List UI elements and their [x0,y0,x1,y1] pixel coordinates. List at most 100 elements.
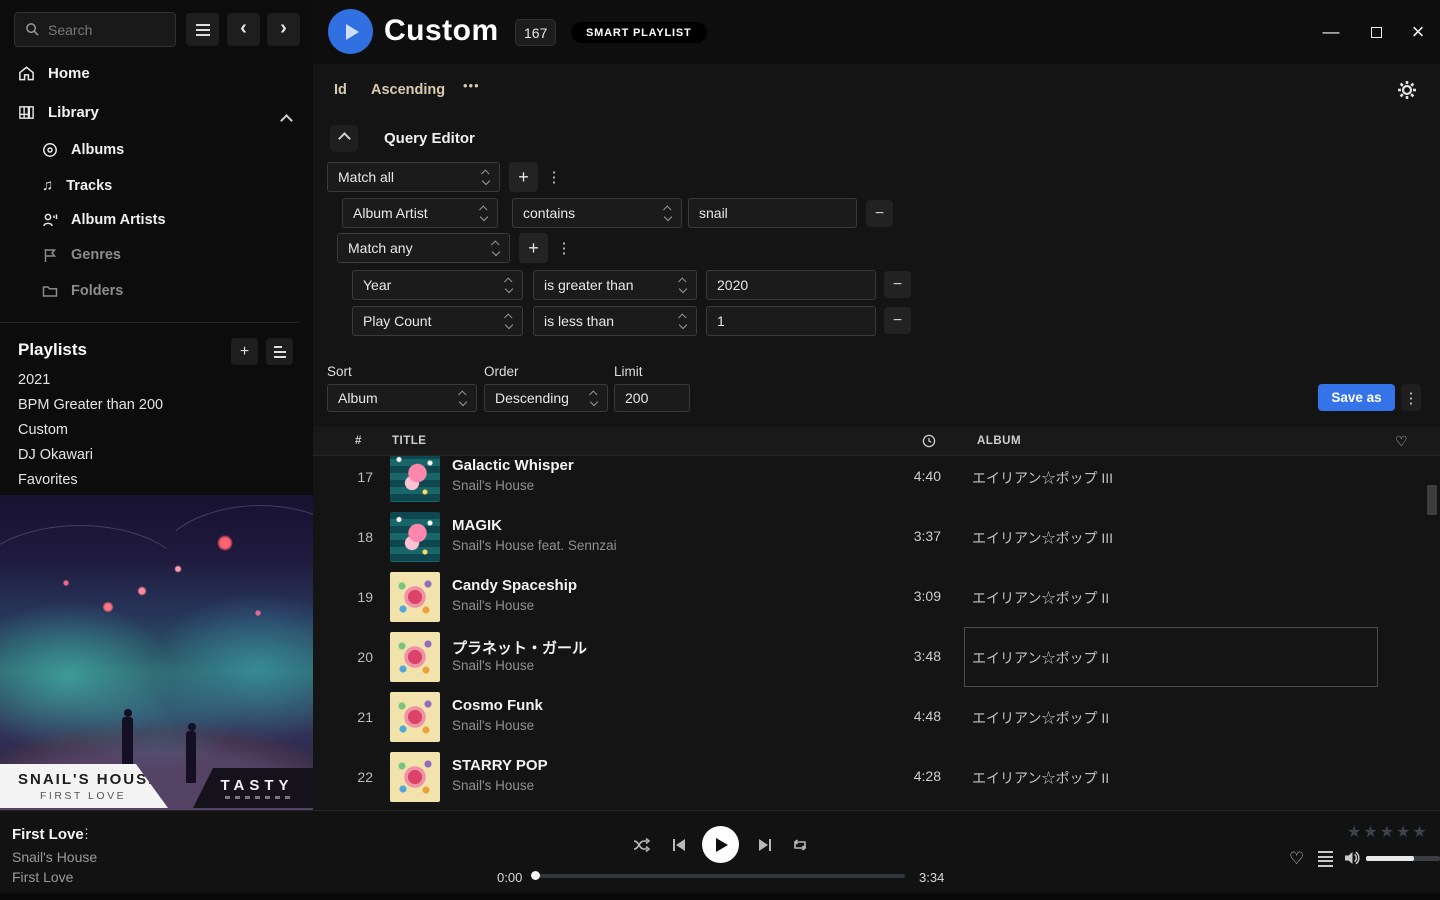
menu-button[interactable] [186,13,219,46]
sidebar-item-label: Tracks [66,178,112,194]
save-options-button[interactable]: ⋮ [1401,384,1421,411]
favorite-heart-icon[interactable]: ♡ [1289,849,1304,869]
sidebar-item-genres[interactable]: Genres [42,247,121,263]
add-playlist-button[interactable]: + [231,338,258,365]
seek-bar[interactable] [535,874,905,878]
track-row[interactable]: 20 プラネット・ガール Snail's House 3:48 エイリアン☆ポッ… [313,627,1440,687]
divider [0,322,300,323]
album-art-thumbnail [390,692,440,742]
group1-options-button[interactable]: ⋮ [545,163,563,191]
sidebar-item-tracks[interactable]: ♫ Tracks [42,177,112,194]
playlist-item-dj-okawari[interactable]: DJ Okawari [18,447,93,463]
search-input[interactable] [48,22,158,38]
vertical-scrollbar-thumb[interactable] [1427,485,1437,515]
forward-button[interactable]: › [267,13,300,46]
track-duration: 4:40 [861,468,941,484]
album-art-label-logo: TASTY [193,768,313,808]
playlist-options-button[interactable] [266,338,293,365]
previous-button[interactable] [670,836,688,854]
playlist-item-2021[interactable]: 2021 [18,372,50,388]
seek-handle[interactable] [531,871,540,880]
favorite-column-heart-icon[interactable]: ♡ [1395,433,1408,450]
kebab-icon: ⋮ [557,239,572,257]
smart-playlist-badge: SMART PLAYLIST [571,22,707,43]
repeat-button[interactable] [791,836,809,854]
group2-options-button[interactable]: ⋮ [555,234,573,262]
track-row[interactable]: 19 Candy Spaceship Snail's House 3:09 エイ… [313,567,1440,627]
window-close-button[interactable]: × [1407,21,1429,43]
album-art-banner: SNAIL'S HOUSE FIRST LOVE [0,764,170,808]
input-value: 2020 [717,277,748,293]
rule3-field-select[interactable]: Play Count [352,306,523,336]
volume-icon[interactable] [1343,849,1361,867]
playlist-item-favorites[interactable]: Favorites [18,472,78,488]
query-editor-collapse-button[interactable] [330,125,358,152]
rule2-operator-select[interactable]: is greater than [533,270,697,300]
play-button[interactable] [702,826,739,863]
rule1-operator-select[interactable]: contains [512,198,682,228]
window-maximize-button[interactable] [1365,21,1387,43]
chevron-right-icon: › [280,18,287,41]
track-row[interactable]: 17 Galactic Whisper Snail's House 4:40 エ… [313,456,1440,507]
remove-rule2-button[interactable]: − [884,271,911,298]
column-index[interactable]: # [355,435,362,447]
rule3-operator-select[interactable]: is less than [533,306,697,336]
select-spinner-icon [680,278,686,292]
column-title[interactable]: TITLE [392,435,426,447]
rule1-value-input[interactable]: snail [688,198,857,228]
remove-rule1-button[interactable]: − [866,200,893,227]
queue-icon[interactable] [1318,851,1333,867]
track-row[interactable]: 22 STARRY POP Snail's House 4:28 エイリアン☆ポ… [313,747,1440,807]
select-spinner-icon [493,241,499,255]
next-button[interactable] [756,836,774,854]
sidebar-item-album-artists[interactable]: Album Artists [42,212,166,228]
play-playlist-button[interactable] [328,9,373,54]
track-row[interactable]: 21 Cosmo Funk Snail's House 4:48 エイリアン☆ポ… [313,687,1440,747]
track-number: 19 [343,589,373,605]
track-row[interactable]: 18 MAGIK Snail's House feat. Sennzai 3:3… [313,507,1440,567]
sidebar-item-home[interactable]: Home [18,65,90,82]
now-playing-album-art: SNAIL'S HOUSE FIRST LOVE TASTY [0,495,313,810]
now-playing-options-button[interactable]: ⋮ [80,826,93,842]
match-select-group1[interactable]: Match all [327,162,500,192]
add-rule-button-group2[interactable]: + [519,233,548,263]
playlist-item-custom[interactable]: Custom [18,422,68,438]
save-as-button[interactable]: Save as [1318,384,1395,411]
select-spinner-icon [680,314,686,328]
sidebar-item-folders[interactable]: Folders [42,283,123,299]
duration-column-clock-icon[interactable] [922,434,936,448]
sort-direction-button[interactable]: Ascending [371,82,445,98]
rule2-field-select[interactable]: Year [352,270,523,300]
column-album[interactable]: ALBUM [977,435,1021,447]
sort-field-button[interactable]: Id [334,82,347,98]
window-minimize-button[interactable]: — [1320,21,1342,43]
album-art-title: FIRST LOVE [18,790,170,802]
chevron-up-icon [338,132,351,145]
sidebar-item-albums[interactable]: Albums [42,142,124,158]
playlist-header: Custom 167 SMART PLAYLIST — × [313,0,1440,64]
gear-icon[interactable] [1397,80,1417,100]
library-collapse-chevron-icon[interactable] [282,112,291,130]
remove-rule3-button[interactable]: − [884,307,911,334]
add-rule-button-group1[interactable]: + [509,162,538,192]
rule2-value-input[interactable]: 2020 [706,270,876,300]
limit-input[interactable]: 200 [614,384,690,412]
sidebar-item-library[interactable]: Library [18,104,99,121]
sidebar-item-label: Albums [71,142,124,158]
close-icon: × [1412,19,1425,45]
track-number: 21 [343,709,373,725]
playlist-item-bpm[interactable]: BPM Greater than 200 [18,397,163,413]
input-value: 200 [625,390,648,406]
rating-stars[interactable]: ★★★★★ [1347,822,1429,842]
volume-slider[interactable] [1366,856,1440,861]
rule1-field-select[interactable]: Album Artist [342,198,498,228]
match-select-group2[interactable]: Match any [337,233,510,263]
sort-more-button[interactable]: ••• [463,78,480,93]
search-box[interactable] [14,12,176,47]
rule3-value-input[interactable]: 1 [706,306,876,336]
minus-icon: − [893,312,902,330]
order-select[interactable]: Descending [484,384,608,412]
shuffle-button[interactable] [633,836,651,854]
back-button[interactable]: ‹ [227,13,260,46]
sort-select[interactable]: Album [327,384,477,412]
